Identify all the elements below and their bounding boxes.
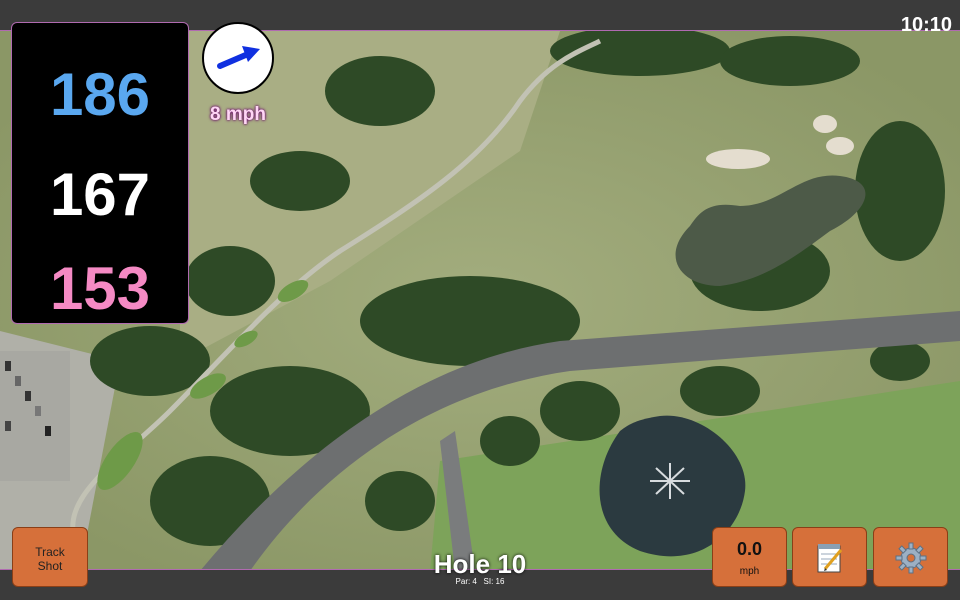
- middle-yardage: 167: [49, 161, 151, 228]
- track-shot-button[interactable]: Track Shot: [12, 527, 88, 587]
- hole-stroke-index: SI: 16: [483, 577, 505, 586]
- notepad-icon: [817, 544, 843, 573]
- hole-title: Hole 10: [433, 549, 527, 579]
- hole-info: Par: 4 SI: 16: [380, 577, 580, 586]
- wind-speed-value: 0.0: [736, 539, 763, 559]
- notes-button[interactable]: [792, 527, 867, 587]
- hole-par: Par: 4: [455, 577, 477, 586]
- wind-speed-label: 8 mph: [210, 104, 266, 125]
- settings-button[interactable]: [873, 527, 948, 587]
- wind-direction-arrow-icon: [217, 46, 260, 69]
- wind-indicator: [202, 22, 274, 94]
- back-yardage: 186: [49, 61, 151, 128]
- wind-speed-button[interactable]: 0.0 mph: [712, 527, 787, 587]
- yardage-panel: 186 167 153: [11, 22, 189, 324]
- gear-icon: [895, 542, 927, 574]
- front-yardage: 153: [49, 255, 151, 322]
- wind-speed-unit: mph: [739, 566, 760, 577]
- clock-display: 10:10: [900, 14, 952, 36]
- track-shot-label: Track Shot: [35, 545, 65, 573]
